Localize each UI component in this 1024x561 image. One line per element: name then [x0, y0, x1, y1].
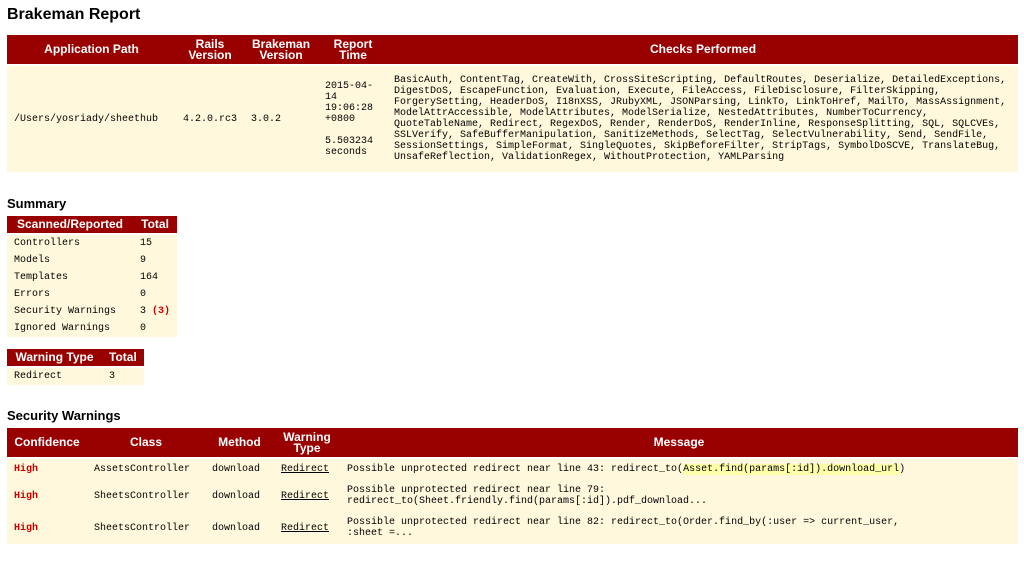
security-warnings-header-row: Confidence Class Method Warning Type Mes… [7, 428, 1018, 459]
summary-row: Controllers 15 [7, 234, 178, 252]
overview-table: Application Path Rails Version Brakeman … [7, 35, 1018, 172]
warning-row: High AssetsController download Redirect … [7, 458, 1018, 480]
summary-value: 0 [133, 286, 178, 303]
summary-row: Models 9 [7, 252, 178, 269]
summary-value: 9 [133, 252, 178, 269]
report: Brakeman Report Application Path Rails V… [0, 0, 1024, 544]
col-brakeman-version-label: Brakeman Version [252, 36, 311, 62]
rails-version: 4.2.0.rc3 [176, 65, 245, 172]
warning-type-cell: Redirect [274, 458, 340, 480]
security-warnings-table: Confidence Class Method Warning Type Mes… [7, 428, 1018, 544]
summary-header-row: Scanned/Reported Total [7, 216, 178, 235]
warning-type-cell: Redirect [274, 480, 340, 512]
col-total: Total [133, 216, 178, 235]
app-path: /Users/yosriady/sheethub [7, 65, 176, 172]
warning-type-cell: Redirect [274, 512, 340, 544]
warning-type-total: 3 [102, 367, 144, 385]
warning-row: High SheetsController download Redirect … [7, 512, 1018, 544]
warning-message-suffix: ) [899, 464, 906, 475]
warning-message-text: Possible unprotected redirect near line … [347, 517, 900, 539]
summary-value: 0 [133, 320, 178, 337]
summary-row: Ignored Warnings 0 [7, 320, 178, 337]
col-warning-type: Warning Type [7, 349, 102, 368]
report-duration: 5.503234 seconds [325, 135, 374, 158]
col-application-path: Application Path [7, 35, 176, 66]
security-warnings-new-count: (3) [152, 306, 171, 317]
col-warning-type: Warning Type [274, 428, 340, 459]
summary-table: Scanned/Reported Total Controllers 15 Mo… [7, 216, 178, 337]
summary-value: 15 [133, 234, 178, 252]
col-checks-performed: Checks Performed [388, 35, 1018, 66]
brakeman-version: 3.0.2 [244, 65, 319, 172]
overview-header-row: Application Path Rails Version Brakeman … [7, 35, 1018, 66]
warning-type-link[interactable]: Redirect [281, 464, 329, 475]
warning-class: AssetsController [87, 458, 205, 480]
summary-label: Ignored Warnings [7, 320, 133, 337]
warning-confidence: High [7, 480, 87, 512]
col-report-time: Report Time [318, 35, 389, 66]
warning-method: download [205, 512, 274, 544]
overview-row: /Users/yosriady/sheethub 4.2.0.rc3 3.0.2… [7, 65, 1018, 172]
warning-message[interactable]: Possible unprotected redirect near line … [340, 458, 1018, 480]
summary-row: Security Warnings 3 (3) [7, 303, 178, 320]
warning-type-table: Warning Type Total Redirect 3 [7, 349, 144, 385]
checks-list: BasicAuth, ContentTag, CreateWith, Cross… [388, 65, 1018, 172]
col-message: Message [340, 428, 1018, 459]
summary-label: Templates [7, 269, 133, 286]
summary-label: Errors [7, 286, 133, 303]
summary-value: 164 [133, 269, 178, 286]
col-warning-type-label: Warning Type [283, 429, 331, 455]
warning-confidence: High [7, 458, 87, 480]
col-rails-version: Rails Version [176, 35, 245, 66]
warning-class: SheetsController [87, 512, 205, 544]
summary-row: Templates 164 [7, 269, 178, 286]
warning-message-highlight: Asset.find(params[:id]).download_url [683, 464, 900, 475]
summary-label: Controllers [7, 234, 133, 252]
warning-message-text: Possible unprotected redirect near line … [347, 464, 684, 475]
col-warning-total: Total [102, 349, 144, 368]
warning-row: High SheetsController download Redirect … [7, 480, 1018, 512]
security-warnings-heading: Security Warnings [7, 408, 121, 423]
security-warnings-count: 3 [140, 306, 147, 317]
col-rails-version-label: Rails Version [188, 36, 232, 62]
col-brakeman-version: Brakeman Version [244, 35, 319, 66]
summary-label: Models [7, 252, 133, 269]
warning-confidence: High [7, 512, 87, 544]
col-class: Class [87, 428, 205, 459]
summary-heading: Summary [7, 196, 67, 211]
warning-class: SheetsController [87, 480, 205, 512]
col-scanned-reported: Scanned/Reported [7, 216, 133, 235]
warning-message[interactable]: Possible unprotected redirect near line … [340, 512, 1018, 544]
col-report-time-label: Report Time [333, 36, 373, 62]
col-method: Method [205, 428, 274, 459]
report-time-date: 2015-04-14 19:06:28 +0800 [325, 80, 374, 125]
warning-method: download [205, 458, 274, 480]
warning-type-header-row: Warning Type Total [7, 349, 144, 368]
report-time: 2015-04-14 19:06:28 +0800 5.503234 secon… [318, 65, 389, 172]
col-confidence: Confidence [7, 428, 87, 459]
warning-type-link[interactable]: Redirect [281, 523, 329, 534]
summary-row: Errors 0 [7, 286, 178, 303]
warning-type-link[interactable]: Redirect [281, 491, 329, 502]
summary-value: 3 (3) [133, 303, 178, 320]
warning-type-name: Redirect [7, 367, 102, 385]
warning-message[interactable]: Possible unprotected redirect near line … [340, 480, 1018, 512]
summary-label: Security Warnings [7, 303, 133, 320]
warning-method: download [205, 480, 274, 512]
warning-type-row: Redirect 3 [7, 367, 144, 385]
page-title: Brakeman Report [7, 6, 141, 23]
warning-message-text: Possible unprotected redirect near line … [347, 485, 708, 507]
